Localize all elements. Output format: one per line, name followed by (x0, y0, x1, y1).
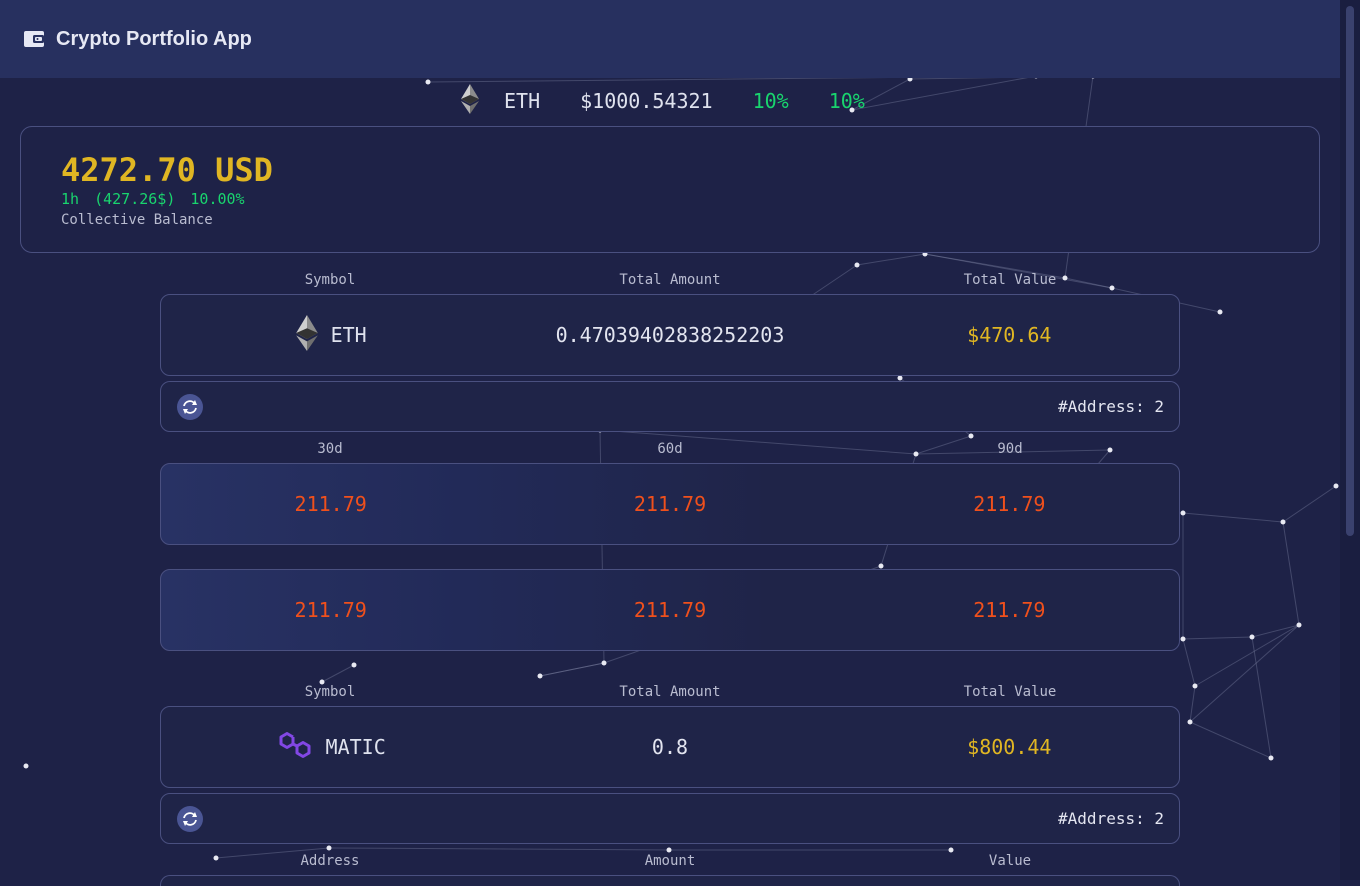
network-line (1282, 521, 1300, 626)
network-node (1192, 683, 1198, 689)
ethereum-icon (460, 83, 480, 119)
column-header-60d: 60d (657, 441, 683, 457)
address-count: #Address: 2 (1058, 397, 1164, 416)
column-header-total-amount: Total Amount (619, 272, 721, 288)
network-node (666, 847, 672, 853)
asset-symbol: ETH (330, 323, 367, 347)
network-node (326, 845, 332, 851)
period-values-row: 211.79 211.79 211.79 (160, 463, 1180, 545)
network-node (425, 79, 431, 85)
asset-symbol-cell: MATIC (161, 728, 500, 767)
price-ticker: ETH $1000.54321 10% 10% (460, 83, 865, 119)
column-header-total-value: Total Value (963, 684, 1057, 700)
network-line (1189, 721, 1272, 759)
refresh-icon[interactable] (177, 805, 203, 832)
change-percent: 10.00% (190, 190, 245, 208)
app-title: Crypto Portfolio App (56, 27, 252, 50)
asset-total-amount: 0.47039402838252203 (555, 323, 785, 347)
refresh-icon[interactable] (177, 393, 203, 420)
app-header: Crypto Portfolio App (0, 0, 1340, 78)
network-node (1280, 519, 1286, 525)
asset-column-headers: Symbol Total Amount Total Value (160, 684, 1180, 704)
column-header-symbol: Symbol (304, 272, 356, 288)
ticker-change: 10% (828, 89, 865, 113)
column-header-30d: 30d (317, 441, 343, 457)
asset-total-value: $800.44 (967, 735, 1052, 759)
period-value-90d: 211.79 (973, 598, 1046, 622)
vertical-scrollbar[interactable] (1340, 0, 1360, 880)
network-line (328, 847, 670, 851)
address-list-card (160, 875, 1180, 886)
asset-total-amount: 0.8 (651, 735, 689, 759)
period-value-90d: 211.79 (973, 492, 1046, 516)
network-node (1217, 309, 1223, 315)
network-node (1333, 483, 1339, 489)
network-line (1251, 636, 1272, 759)
period-column-headers: 30d 60d 90d (160, 441, 1180, 461)
address-bar-eth: #Address: 2 (160, 381, 1180, 432)
column-header-total-amount: Total Amount (619, 684, 721, 700)
network-line (539, 662, 605, 677)
column-header-value: Value (988, 853, 1032, 869)
ticker-price: $1000.54321 (580, 89, 713, 113)
network-line (1282, 485, 1337, 523)
balance-label: Collective Balance (61, 212, 213, 228)
column-header-amount: Amount (644, 853, 696, 869)
network-line (1182, 636, 1253, 640)
network-node (537, 673, 543, 679)
column-header-90d: 90d (997, 441, 1023, 457)
network-node (948, 847, 954, 853)
change-amount: (427.26$) (94, 190, 176, 208)
network-line (321, 664, 355, 683)
column-header-symbol: Symbol (304, 684, 356, 700)
ticker-symbol: ETH (504, 89, 541, 113)
balance-change: 1h (427.26$) 10.00% (61, 190, 245, 208)
asset-total-value: $470.64 (967, 323, 1052, 347)
ticker-change: 10% (752, 89, 789, 113)
network-node (23, 763, 29, 769)
change-period: 1h (61, 190, 80, 208)
network-line (856, 253, 926, 266)
address-count: #Address: 2 (1058, 809, 1164, 828)
network-node (897, 375, 903, 381)
network-line (1194, 624, 1300, 687)
period-value-30d: 211.79 (294, 598, 367, 622)
column-header-address: Address (300, 853, 360, 869)
network-line (851, 75, 1037, 111)
period-values-row: 211.79 211.79 211.79 (160, 569, 1180, 651)
network-node (1249, 634, 1255, 640)
asset-row-eth[interactable]: ETH 0.47039402838252203 $470.64 (160, 294, 1180, 376)
asset-symbol-cell: ETH (161, 314, 500, 356)
balance-card: 4272.70 USD 1h (427.26$) 10.00% Collecti… (20, 126, 1320, 253)
ethereum-icon (295, 314, 319, 356)
network-line (1182, 638, 1196, 687)
address-bar-matic: #Address: 2 (160, 793, 1180, 844)
polygon-icon (276, 728, 314, 767)
asset-symbol: MATIC (325, 735, 386, 759)
period-value-60d: 211.79 (633, 598, 707, 622)
scrollbar-thumb[interactable] (1346, 6, 1354, 536)
network-node (1187, 719, 1193, 725)
network-line (1182, 512, 1284, 523)
network-node (878, 563, 884, 569)
wallet-icon (24, 29, 44, 49)
period-value-60d: 211.79 (633, 492, 707, 516)
column-header-total-value: Total Value (963, 272, 1057, 288)
network-node (1296, 622, 1302, 628)
network-line (1189, 685, 1196, 723)
network-node (1180, 636, 1186, 642)
network-node (601, 660, 607, 666)
balance-value: 4272.70 USD (61, 151, 273, 189)
asset-row-matic[interactable]: MATIC 0.8 $800.44 (160, 706, 1180, 788)
network-node (854, 262, 860, 268)
address-column-headers: Address Amount Value (160, 853, 1180, 873)
network-node (968, 433, 974, 439)
period-value-30d: 211.79 (294, 492, 367, 516)
network-node (351, 662, 357, 668)
network-node (1268, 755, 1274, 761)
asset-column-headers: Symbol Total Amount Total Value (160, 272, 1180, 292)
network-line (1189, 624, 1300, 723)
network-node (1180, 510, 1186, 516)
